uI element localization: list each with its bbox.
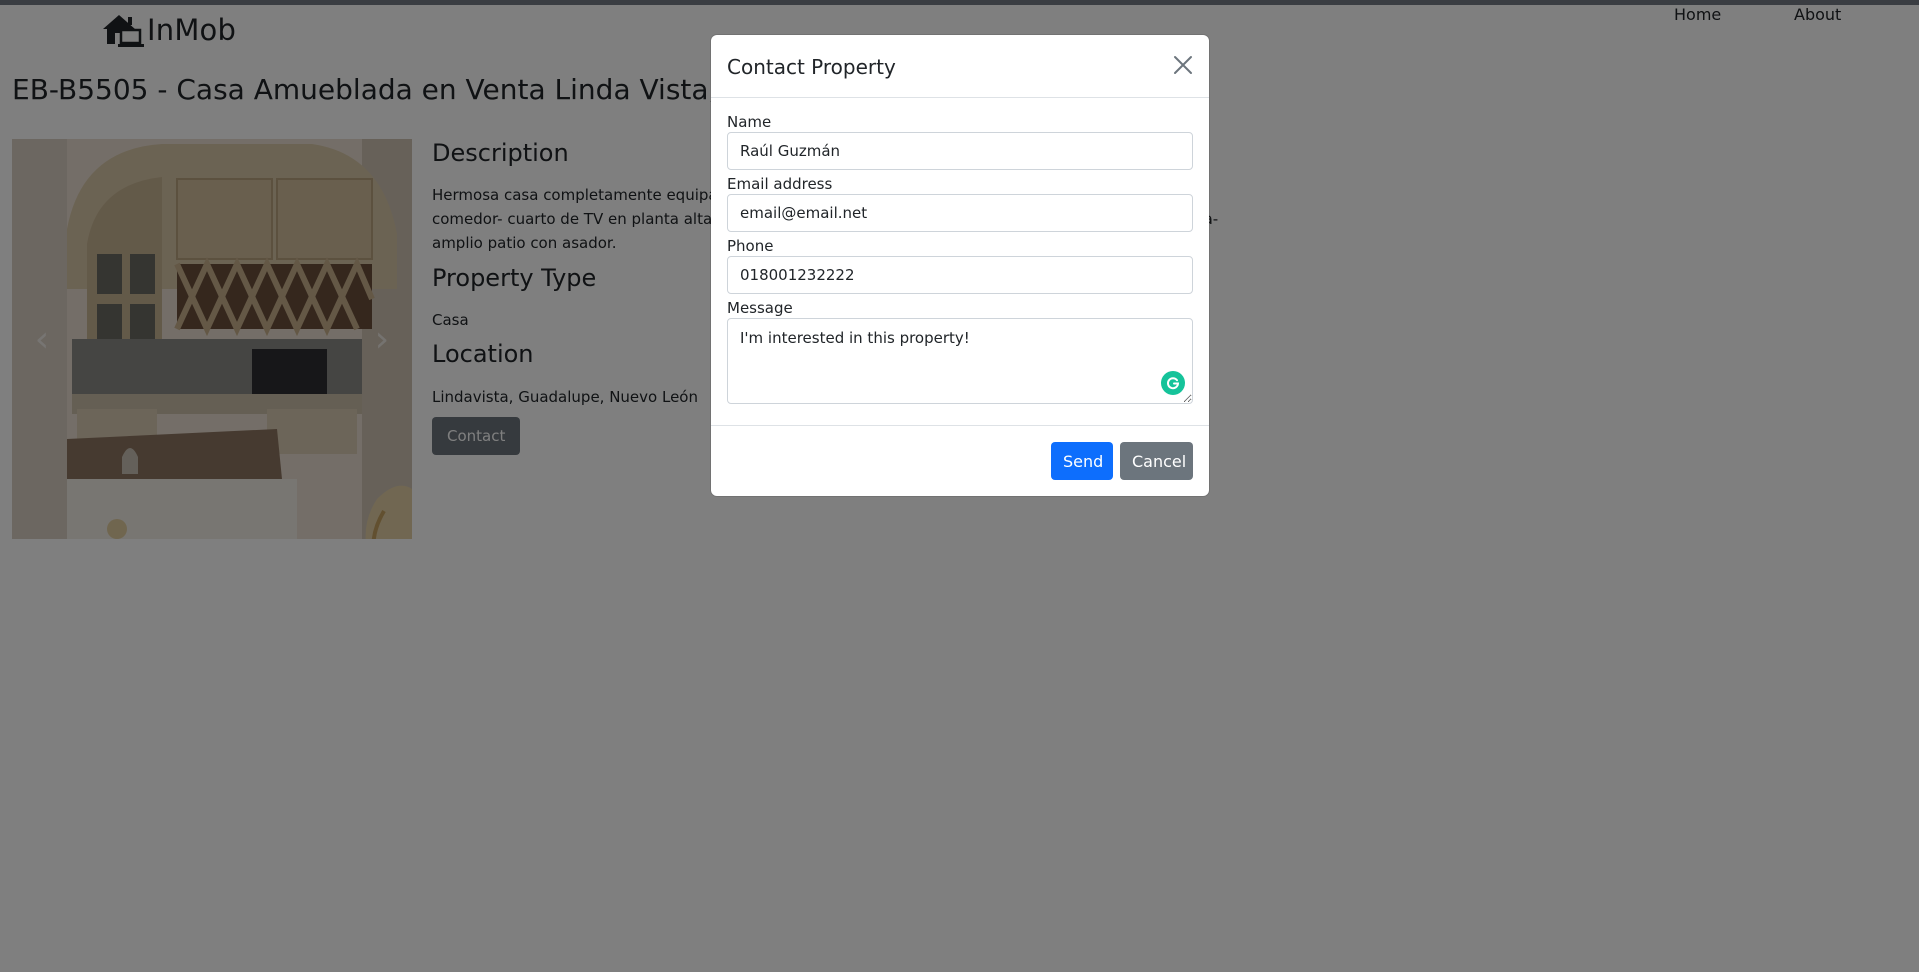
modal-footer: Send Cancel <box>711 425 1209 497</box>
phone-field[interactable] <box>727 256 1193 294</box>
name-label: Name <box>727 113 772 131</box>
grammarly-icon[interactable] <box>1161 371 1185 395</box>
message-label: Message <box>727 299 793 317</box>
modal-header: Contact Property <box>711 35 1209 98</box>
close-button[interactable] <box>1171 53 1195 77</box>
cancel-button[interactable]: Cancel <box>1120 442 1193 480</box>
send-button[interactable]: Send <box>1051 442 1113 480</box>
message-field[interactable]: I'm interested in this property! <box>727 318 1193 404</box>
window-top-border <box>0 0 1919 5</box>
email-field[interactable] <box>727 194 1193 232</box>
email-label: Email address <box>727 175 833 193</box>
phone-label: Phone <box>727 237 774 255</box>
contact-modal: Contact Property Name Email address Phon… <box>711 35 1209 496</box>
close-icon <box>1174 56 1192 74</box>
name-field[interactable] <box>727 132 1193 170</box>
modal-title: Contact Property <box>727 55 896 79</box>
